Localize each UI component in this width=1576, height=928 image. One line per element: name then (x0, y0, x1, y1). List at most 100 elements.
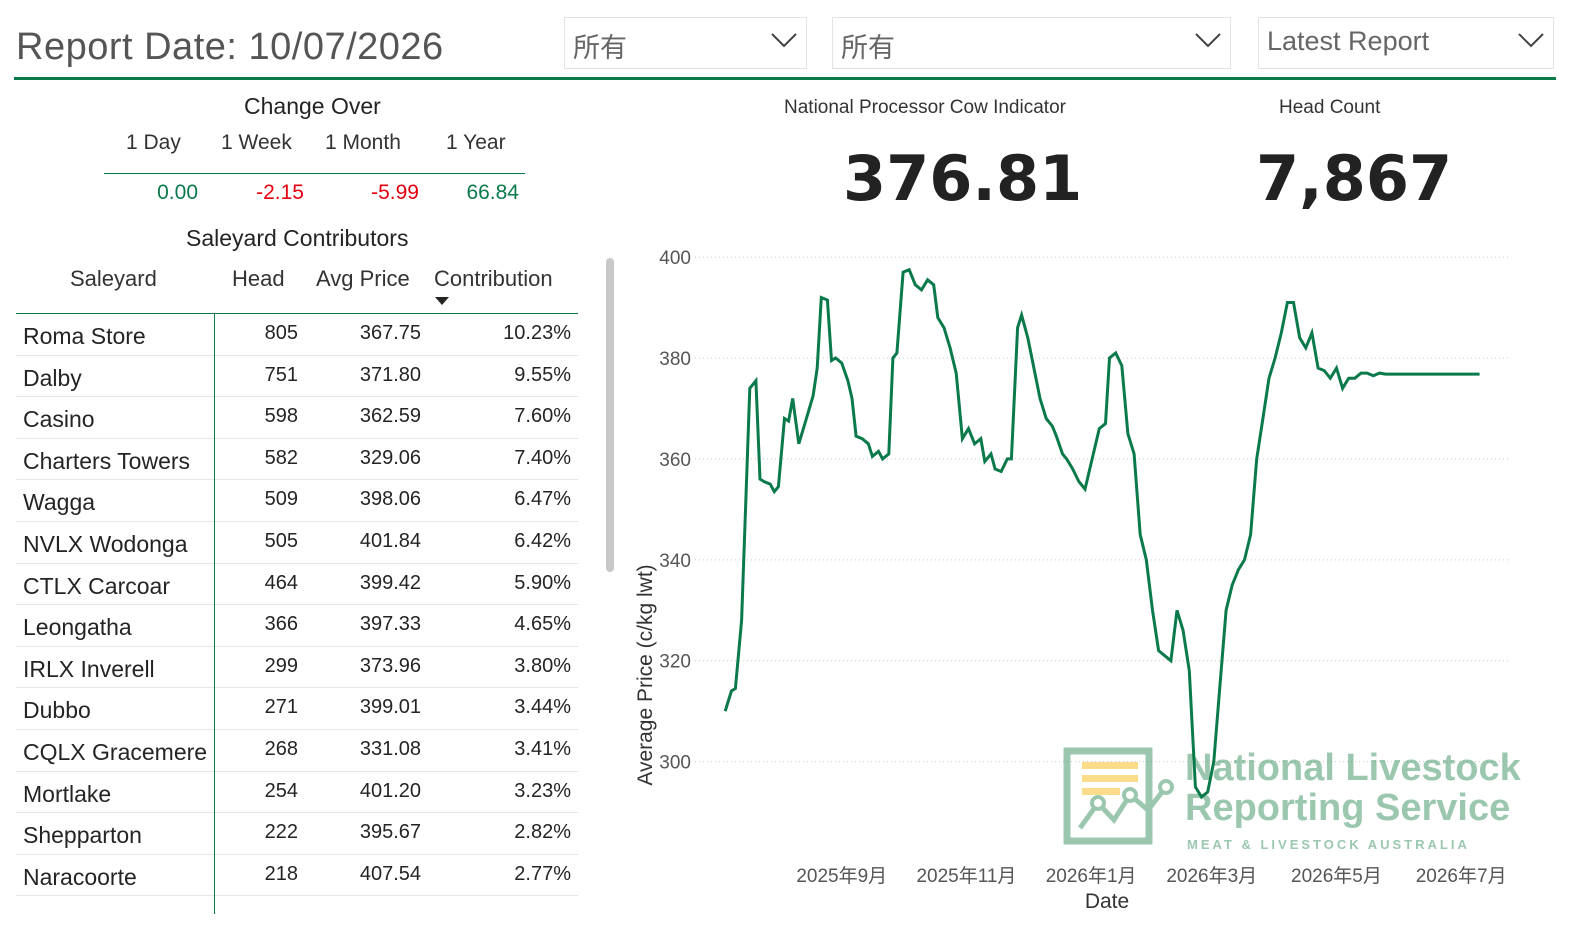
head-cell: 505 (264, 529, 298, 552)
avg-price-cell: 401.20 (359, 779, 421, 802)
series-line (723, 267, 1480, 800)
watermark-line1: National Livestock (1185, 747, 1522, 789)
table-row[interactable]: Dubbo 271 399.01 3.44% (16, 688, 578, 730)
table-row[interactable]: Shepparton 222 395.67 2.82% (16, 813, 578, 855)
slicer-1[interactable]: 所有 (564, 17, 807, 69)
x-tick-label: 2025年11月 (916, 865, 1016, 887)
chevron-down-icon (771, 33, 797, 48)
price-line-chart: 300 320 340 360 380 400 2025年9月 2025年11月 2026年1… (634, 248, 1522, 913)
avg-price-cell: 399.42 (359, 571, 421, 594)
change-header-1year: 1 Year (446, 131, 506, 154)
change-over-title: Change Over (244, 93, 381, 119)
header-divider (14, 77, 1556, 80)
table-row[interactable]: Wagga 509 398.06 6.47% (16, 480, 578, 522)
slicer-2[interactable]: 所有 (832, 17, 1231, 69)
table-scrollbar[interactable] (606, 258, 614, 572)
column-header-saleyard[interactable]: Saleyard (70, 266, 157, 292)
head-cell: 464 (264, 571, 298, 594)
x-tick-label: 2026年3月 (1166, 865, 1257, 887)
avg-price-cell: 367.75 (359, 322, 421, 344)
column-header-head[interactable]: Head (232, 266, 285, 292)
head-cell: 598 (264, 405, 298, 428)
table-row[interactable]: Leongatha 366 397.33 4.65% (16, 605, 578, 647)
avg-price-cell: 329.06 (359, 446, 421, 469)
saleyard-cell: Mortlake (23, 780, 112, 807)
chevron-down-icon (1518, 33, 1544, 48)
table-column-divider (214, 314, 215, 914)
saleyard-cell: CTLX Carcoar (23, 572, 170, 599)
avg-price-cell: 407.54 (359, 862, 421, 885)
contribution-cell: 3.80% (514, 654, 571, 677)
x-axis-title: Date (1085, 890, 1129, 913)
contribution-cell: 7.40% (514, 446, 571, 469)
contribution-cell: 2.77% (514, 862, 571, 885)
avg-price-cell: 331.08 (359, 737, 421, 760)
table-row[interactable]: CQLX Gracemere 268 331.08 3.41% (16, 730, 578, 772)
watermark-line2: Reporting Service (1185, 787, 1510, 829)
x-tick-label: 2026年5月 (1291, 865, 1382, 887)
report-slicer[interactable]: Latest Report (1258, 17, 1554, 69)
contribution-cell: 4.65% (514, 613, 571, 636)
y-tick-label: 320 (659, 652, 691, 673)
avg-price-cell: 397.33 (359, 613, 421, 636)
kpi-headcount-label: Head Count (1279, 97, 1381, 118)
saleyard-cell: Dubbo (23, 697, 91, 724)
table-row[interactable]: CTLX Carcoar 464 399.42 5.90% (16, 564, 578, 606)
head-cell: 222 (264, 821, 298, 844)
x-tick-label: 2026年1月 (1046, 865, 1137, 887)
table-row[interactable]: Mortlake 254 401.20 3.23% (16, 772, 578, 814)
column-header-contribution[interactable]: Contribution (434, 266, 553, 292)
table-row[interactable]: IRLX Inverell 299 373.96 3.80% (16, 647, 578, 689)
change-header-1week: 1 Week (221, 131, 292, 154)
head-cell: 582 (264, 446, 298, 469)
y-axis-title: Average Price (c/kg lwt) (634, 564, 657, 785)
report-slicer-value: Latest Report (1267, 26, 1430, 56)
change-header-1day: 1 Day (126, 131, 181, 154)
saleyard-cell: Leongatha (23, 614, 132, 641)
contribution-cell: 7.60% (514, 405, 571, 428)
watermark-line3: MEAT & LIVESTOCK AUSTRALIA (1187, 837, 1470, 852)
table-row[interactable]: Dalby 751 371.80 9.55% (16, 356, 578, 398)
head-cell: 271 (264, 696, 298, 719)
table-title: Saleyard Contributors (186, 225, 409, 251)
sort-descending-icon (435, 297, 449, 305)
contribution-cell: 5.90% (514, 571, 571, 594)
saleyard-cell: CQLX Gracemere (23, 738, 208, 765)
saleyard-cell: Naracoorte (23, 863, 137, 890)
head-cell: 509 (264, 488, 298, 511)
table-row[interactable]: Roma Store 805 367.75 10.23% (16, 314, 578, 356)
nlrs-watermark: National Livestock Reporting Service MEA… (1063, 747, 1522, 852)
change-value-1month: -5.99 (371, 181, 419, 204)
table-row[interactable]: Charters Towers 582 329.06 7.40% (16, 439, 578, 481)
chevron-down-icon (1195, 33, 1221, 48)
y-tick-label: 380 (659, 349, 691, 370)
head-cell: 366 (264, 613, 298, 636)
change-divider (104, 173, 525, 174)
avg-price-cell: 362.59 (359, 405, 421, 428)
contribution-cell: 3.41% (514, 737, 571, 760)
saleyard-cell: Casino (23, 406, 95, 433)
avg-price-cell: 399.01 (359, 696, 421, 719)
nlrs-logo-icon (1063, 747, 1174, 845)
head-cell: 805 (264, 322, 298, 344)
contribution-cell: 6.42% (514, 529, 571, 552)
contribution-cell: 2.82% (514, 821, 571, 844)
table-row[interactable]: NVLX Wodonga 505 401.84 6.42% (16, 522, 578, 564)
slicer-2-value: 所有 (841, 33, 895, 63)
head-cell: 268 (264, 737, 298, 760)
column-header-avg-price[interactable]: Avg Price (316, 266, 410, 292)
change-value-1week: -2.15 (256, 181, 304, 204)
saleyard-cell: Roma Store (23, 323, 146, 349)
change-value-1year: 66.84 (466, 181, 519, 204)
table-row[interactable]: Casino 598 362.59 7.60% (16, 397, 578, 439)
table-row[interactable]: Naracoorte 218 407.54 2.77% (16, 855, 578, 897)
avg-price-cell: 371.80 (359, 363, 421, 386)
y-tick-label: 340 (659, 551, 691, 572)
saleyard-cell: Charters Towers (23, 447, 191, 474)
slicer-1-value: 所有 (573, 33, 627, 63)
change-header-1month: 1 Month (325, 131, 401, 154)
saleyard-cell: NVLX Wodonga (23, 530, 188, 557)
change-value-1day: 0.00 (157, 181, 198, 204)
contribution-cell: 9.55% (514, 363, 571, 386)
contribution-cell: 3.44% (514, 696, 571, 719)
